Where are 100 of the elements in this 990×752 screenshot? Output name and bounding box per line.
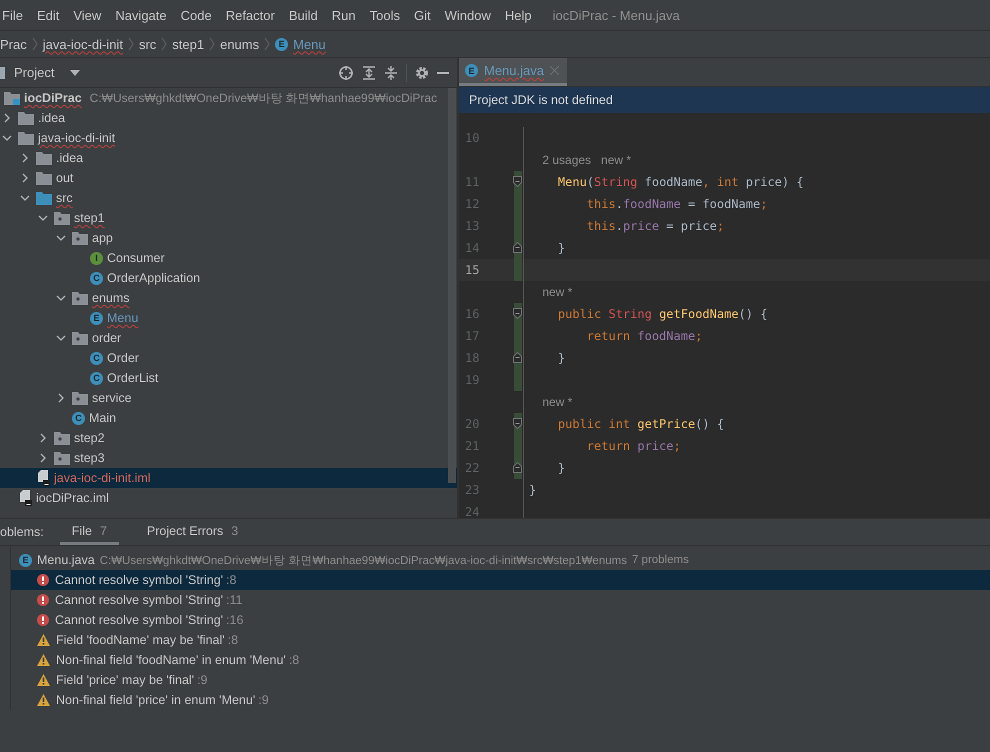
problem-count: 7 problems <box>632 554 689 566</box>
tree-row[interactable]: I Consumer <box>0 248 457 268</box>
collapse-all-icon[interactable] <box>384 66 398 80</box>
chevron-right-icon[interactable] <box>38 453 48 463</box>
breadcrumb-item[interactable]: Prac <box>0 36 27 52</box>
folder-icon <box>72 392 88 404</box>
breadcrumb-item[interactable]: enums <box>220 36 260 52</box>
chevron-down-icon[interactable] <box>2 133 12 143</box>
chevron-right-icon[interactable] <box>20 153 30 163</box>
line-number: 22 <box>465 461 480 475</box>
tree-row[interactable]: enums <box>0 288 457 308</box>
panel-icon <box>0 66 6 78</box>
tree-row[interactable]: C OrderApplication <box>0 268 457 288</box>
settings-icon[interactable] <box>415 66 429 80</box>
breadcrumb-item[interactable]: java-ioc-di-init <box>42 36 123 52</box>
code-line: } <box>556 241 566 255</box>
tree-row[interactable]: step3 <box>0 448 457 468</box>
chevron-down-icon[interactable] <box>56 333 66 343</box>
tree-row[interactable]: iocDiPrac C:₩Users₩ghkdt₩OneDrive₩바탕 화면₩hanhae99₩iocDiPrac <box>0 88 457 108</box>
breadcrumb-item[interactable]: src <box>138 36 156 52</box>
expand-all-icon[interactable] <box>362 66 376 80</box>
panel-title: oblems: <box>0 525 44 539</box>
panel-title[interactable]: Project <box>14 65 54 80</box>
code-line: this.price = price; <box>586 219 724 233</box>
fold-start-icon[interactable] <box>513 418 522 429</box>
problem-row[interactable]: Non-final field 'price' in enum 'Menu' :9 <box>11 690 990 710</box>
menubar-entry[interactable]: Refactor <box>218 8 282 22</box>
chevron-down-icon[interactable] <box>56 233 66 243</box>
fold-start-icon[interactable] <box>513 308 522 319</box>
tree-row[interactable]: .idea <box>0 108 457 128</box>
problem-message: Field 'foodName' may be 'final' <box>56 633 225 647</box>
line-number: 15 <box>465 263 480 277</box>
menubar-entry[interactable]: File <box>0 8 30 22</box>
menubar-entry[interactable]: Tools <box>362 8 407 22</box>
problem-row[interactable]: Cannot resolve symbol 'String' :16 <box>11 610 990 630</box>
tree-row[interactable]: order <box>0 328 457 348</box>
problem-message: Non-final field 'foodName' in enum 'Menu' <box>56 653 286 667</box>
menubar-entry[interactable]: Navigate <box>108 8 174 22</box>
line-reference: :16 <box>226 613 244 627</box>
tree-row[interactable]: .idea <box>0 148 457 168</box>
menubar-entry[interactable]: Code <box>174 8 219 22</box>
chevron-down-icon[interactable] <box>56 293 66 303</box>
tree-row[interactable]: java-ioc-di-init <box>0 128 457 148</box>
tree-row[interactable]: service <box>0 388 457 408</box>
breadcrumb-item[interactable]: step1 <box>172 36 204 52</box>
problems-tab[interactable]: Project Errors 3 <box>134 519 250 545</box>
tree-row[interactable]: out <box>0 168 457 188</box>
menubar-entry[interactable]: Edit <box>30 8 66 22</box>
menubar-entry[interactable]: Run <box>324 8 363 22</box>
class-icon: C <box>90 352 103 364</box>
tree-row[interactable]: step1 <box>0 208 457 228</box>
breadcrumb-item[interactable]: Menu <box>293 36 326 52</box>
tree-item-label: src <box>56 191 73 205</box>
chevron-right-icon[interactable] <box>2 113 12 123</box>
dropdown-icon[interactable] <box>70 70 80 76</box>
tree-row[interactable]: E Menu <box>0 308 457 328</box>
problem-row[interactable]: Non-final field 'foodName' in enum 'Menu' :8 <box>11 650 990 670</box>
tree-item-label: service <box>92 391 132 405</box>
line-number: 18 <box>465 351 480 365</box>
problems-tab[interactable]: File 7 <box>60 519 119 545</box>
problem-row[interactable]: Field 'price' may be 'final' :9 <box>11 670 990 690</box>
tree-row[interactable]: C Order <box>0 348 457 368</box>
code-hint[interactable]: new * <box>529 285 572 299</box>
menubar-entry[interactable]: View <box>66 8 108 22</box>
menubar-entry[interactable]: Help <box>498 8 539 22</box>
tree-row[interactable]: app <box>0 228 457 248</box>
chevron-right-icon[interactable] <box>38 433 48 443</box>
line-number: 14 <box>465 241 480 255</box>
folder-icon <box>4 92 20 104</box>
tree-row[interactable]: C Main <box>0 408 457 428</box>
tree-row[interactable]: iocDiPrac.iml <box>0 488 457 508</box>
file-name[interactable]: Menu.java <box>37 553 95 567</box>
file-icon <box>18 490 32 506</box>
tree-row[interactable]: step2 <box>0 428 457 448</box>
chevron-icon <box>128 37 134 51</box>
menubar-entry[interactable]: Git <box>406 8 438 22</box>
chevron-right-icon[interactable] <box>56 393 66 403</box>
code-hint[interactable]: 2 usages new * <box>529 153 632 167</box>
tree-row[interactable]: C OrderList <box>0 368 457 388</box>
minimize-icon[interactable] <box>437 70 449 74</box>
tree-row[interactable]: java-ioc-di-init.iml <box>0 468 457 488</box>
editor-tab[interactable]: E Menu.java <box>459 58 567 86</box>
scrollbar-thumb[interactable] <box>448 88 456 483</box>
menubar-entry[interactable]: Window <box>438 8 498 22</box>
tree-item-label: out <box>56 171 74 185</box>
chevron-down-icon[interactable] <box>20 193 30 203</box>
problem-message: Non-final field 'price' in enum 'Menu' <box>56 693 256 707</box>
crosshair-icon[interactable] <box>338 64 354 80</box>
interface-icon: I <box>90 252 103 264</box>
fold-start-icon[interactable] <box>513 176 522 187</box>
menubar-entry[interactable]: Build <box>282 8 325 22</box>
chevron-down-icon[interactable] <box>38 213 48 223</box>
line-number: 13 <box>465 219 480 233</box>
problem-row[interactable]: Cannot resolve symbol 'String' :8 <box>11 570 990 590</box>
problem-row[interactable]: Cannot resolve symbol 'String' :11 <box>11 590 990 610</box>
problem-row[interactable]: Field 'foodName' may be 'final' :8 <box>11 630 990 650</box>
code-hint[interactable]: new * <box>529 395 572 409</box>
chevron-right-icon[interactable] <box>20 173 30 183</box>
tree-row[interactable]: src <box>0 188 457 208</box>
enum-icon: E <box>465 64 478 77</box>
